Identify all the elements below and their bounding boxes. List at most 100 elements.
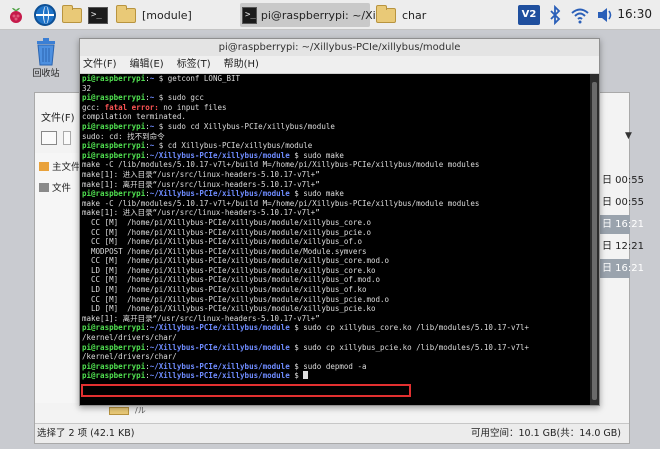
- terminal-launcher[interactable]: >_: [88, 3, 108, 27]
- trash-label: 回收站: [32, 69, 60, 79]
- output-text: LD [M] /home/pi/Xillybus-PCIe/xillybus/m…: [82, 304, 376, 314]
- terminal-line: CC [M] /home/pi/Xillybus-PCIe/xillybus/m…: [82, 295, 588, 305]
- terminal-output[interactable]: pi@raspberrypi:~ $ getconf LONG_BIT 32 pi@…: [82, 74, 588, 404]
- output-text: CC [M] /home/pi/Xillybus-PCIe/xillybus/m…: [82, 256, 390, 266]
- menu-tabs[interactable]: 标签(T): [177, 56, 211, 74]
- prompt-path: ~/Xillybus-PCIe/xillybus/module: [149, 361, 290, 371]
- task-char[interactable]: char: [372, 3, 452, 27]
- terminal-line: make[1]: 进入目录“/usr/src/linux-headers-5.1…: [82, 170, 588, 180]
- prompt-path: ~/Xillybus-PCIe/xillybus/module: [149, 371, 290, 381]
- command-text: $ getconf LONG_BIT: [154, 74, 241, 83]
- terminal-line: pi@raspberrypi:~/Xillybus-PCIe/xillybus/…: [82, 323, 588, 333]
- terminal-line: gcc: fatal error: no input files: [82, 103, 588, 113]
- output-text: compilation terminated.: [82, 112, 186, 122]
- status-selection: 选择了 2 项 (42.1 KB): [37, 428, 135, 439]
- clock: 16:30: [617, 7, 652, 21]
- sidebar-item-label: 文件: [52, 183, 72, 194]
- prompt-user: pi@raspberrypi: [82, 361, 146, 371]
- command-text: $ sudo cp xillybus_core.ko /lib/modules/…: [289, 323, 530, 333]
- terminal-icon: >_: [88, 6, 108, 24]
- command-text: $ sudo make: [289, 189, 344, 199]
- output-text: 32: [82, 83, 92, 93]
- task-module[interactable]: [module]: [114, 3, 238, 27]
- task-terminal[interactable]: >_ pi@raspberrypi: ~/Xill...: [240, 3, 392, 27]
- output-text: CC [M] /home/pi/Xillybus-PCIe/xillybus/m…: [82, 217, 371, 227]
- terminal-line: pi@raspberrypi:~ $ sudo gcc: [82, 93, 588, 103]
- prompt-user: pi@raspberrypi: [82, 74, 146, 83]
- menu-help[interactable]: 帮助(H): [224, 56, 259, 74]
- terminal-scrollbar[interactable]: [590, 74, 599, 405]
- task-label: [module]: [142, 8, 192, 22]
- highlight-box: [81, 384, 411, 397]
- globe-icon: [34, 4, 56, 26]
- folder-icon: [62, 4, 82, 23]
- volume-tray-button[interactable]: [596, 3, 616, 27]
- wifi-tray-button[interactable]: [570, 3, 590, 27]
- wifi-icon: [571, 8, 589, 24]
- output-text: make -C /lib/modules/5.10.17-v7l+/build …: [82, 198, 480, 208]
- output-text: no input files: [158, 102, 227, 112]
- terminal-line: make -C /lib/modules/5.10.17-v7l+/build …: [82, 199, 588, 209]
- terminal-line: pi@raspberrypi:~ $ cd Xillybus-PCIe/xill…: [82, 141, 588, 151]
- terminal-line: pi@raspberrypi:~/Xillybus-PCIe/xillybus/…: [82, 343, 588, 353]
- bluetooth-tray-button[interactable]: [548, 3, 562, 27]
- output-text: /kernel/drivers/char/: [82, 352, 177, 362]
- terminal-line: CC [M] /home/pi/Xillybus-PCIe/xillybus/m…: [82, 256, 588, 266]
- bluetooth-icon: [550, 5, 561, 25]
- terminal-line: CC [M] /home/pi/Xillybus-PCIe/xillybus/m…: [82, 228, 588, 238]
- menu-file[interactable]: 文件(F): [83, 56, 117, 74]
- terminal-line: /kernel/drivers/char/: [82, 352, 588, 362]
- cursor: [303, 371, 309, 380]
- output-text: CC [M] /home/pi/Xillybus-PCIe/xillybus/m…: [82, 227, 371, 237]
- file-manager-launcher[interactable]: [62, 3, 82, 27]
- raspberry-menu-button[interactable]: [6, 3, 26, 27]
- window-title: pi@raspberrypi: ~/Xillybus-PCIe/xillybus…: [80, 39, 599, 56]
- terminal-line: CC [M] /home/pi/Xillybus-PCIe/xillybus/m…: [82, 275, 588, 285]
- browser-launcher[interactable]: [34, 3, 56, 27]
- prompt-user: pi@raspberrypi: [82, 323, 146, 333]
- gcc-prefix: gcc:: [82, 102, 105, 112]
- terminal-line: pi@raspberrypi:~/Xillybus-PCIe/xillybus/…: [82, 371, 588, 381]
- output-text: MODPOST /home/pi/Xillybus-PCIe/xillybus/…: [82, 246, 367, 256]
- terminal-line: LD [M] /home/pi/Xillybus-PCIe/xillybus/m…: [82, 304, 588, 314]
- sidebar-item-filesystem[interactable]: 文件: [39, 180, 71, 194]
- drive-icon: [39, 183, 49, 192]
- terminal-line: /kernel/drivers/char/: [82, 333, 588, 343]
- status-free-space: 可用空间：10.1 GB(共：14.0 GB): [470, 428, 621, 439]
- terminal-line: pi@raspberrypi:~/Xillybus-PCIe/xillybus/…: [82, 151, 588, 161]
- prompt-user: pi@raspberrypi: [82, 371, 146, 381]
- sidebar-item-home[interactable]: 主文件: [39, 159, 81, 173]
- fm-nav-icon[interactable]: [63, 131, 71, 145]
- fm-sidebar: 主文件 文件: [35, 153, 83, 403]
- sidebar-item-label: 主文件: [52, 162, 81, 173]
- fm-partial-item: /ル: [135, 406, 146, 415]
- speaker-icon: [598, 8, 612, 22]
- fm-view-icon[interactable]: [41, 131, 57, 145]
- scrollbar-thumb[interactable]: [592, 82, 597, 400]
- terminal-line: LD [M] /home/pi/Xillybus-PCIe/xillybus/m…: [82, 266, 588, 276]
- terminal-line: compilation terminated.: [82, 112, 588, 122]
- terminal-line: sudo: cd: 找不到命令: [82, 132, 588, 142]
- output-text: LD [M] /home/pi/Xillybus-PCIe/xillybus/m…: [82, 265, 376, 275]
- terminal-menubar: 文件(F) 编辑(E) 标签(T) 帮助(H): [80, 56, 599, 74]
- prompt-path: ~/Xillybus-PCIe/xillybus/module: [149, 323, 290, 333]
- output-text: CC [M] /home/pi/Xillybus-PCIe/xillybus/m…: [82, 275, 381, 285]
- prompt-path: ~/Xillybus-PCIe/xillybus/module: [149, 342, 290, 352]
- command-text: $ sudo make: [289, 150, 344, 160]
- folder-icon: [376, 4, 396, 23]
- menu-edit[interactable]: 编辑(E): [130, 56, 164, 74]
- fm-menu-file[interactable]: 文件(F): [41, 109, 75, 124]
- prompt-user: pi@raspberrypi: [82, 121, 146, 131]
- error-label: fatal error:: [104, 102, 159, 112]
- chevron-down-icon[interactable]: ▼: [625, 131, 632, 141]
- terminal-line: make[1]: 进入目录“/usr/src/linux-headers-5.1…: [82, 208, 588, 218]
- terminal-line: make[1]: 离开目录“/usr/src/linux-headers-5.1…: [82, 314, 588, 324]
- command-text: $: [289, 371, 304, 381]
- output-text: LD [M] /home/pi/Xillybus-PCIe/xillybus/m…: [82, 285, 367, 295]
- terminal-window[interactable]: pi@raspberrypi: ~/Xillybus-PCIe/xillybus…: [79, 38, 600, 406]
- terminal-line: LD [M] /home/pi/Xillybus-PCIe/xillybus/m…: [82, 285, 588, 295]
- prompt-user: pi@raspberrypi: [82, 150, 146, 160]
- fm-toolbar: [41, 129, 71, 147]
- vnc-tray-button[interactable]: V2: [518, 3, 540, 27]
- folder-icon: [109, 407, 129, 415]
